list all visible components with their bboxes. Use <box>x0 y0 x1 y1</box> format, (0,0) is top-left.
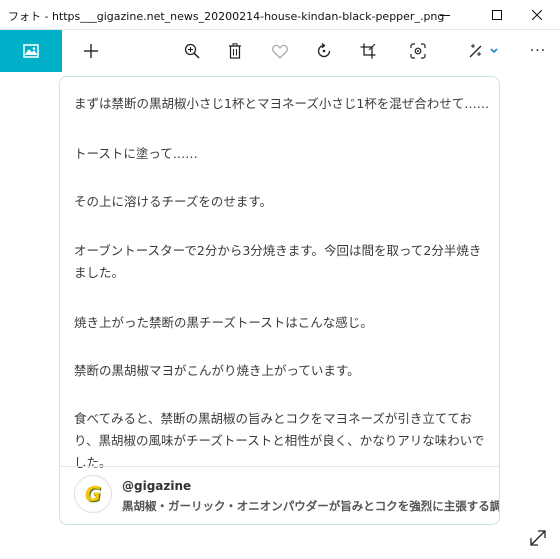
link-embed[interactable]: G @gigazine 黒胡椒・ガーリック・オニオンパウダーが旨みとコクを強烈に… <box>60 467 500 524</box>
close-icon <box>532 10 542 20</box>
enhance-button[interactable] <box>398 30 438 72</box>
content-card: まずは禁断の黒胡椒小さじ1杯とマヨネーズ小さじ1杯を混ぜ合わせて…… トーストに… <box>59 76 500 525</box>
paragraph: トーストに塗って…… <box>74 146 198 161</box>
photo-icon <box>23 44 39 58</box>
full-screen-button[interactable] <box>524 524 552 552</box>
see-all-photos-button[interactable] <box>0 30 62 72</box>
more-icon: ··· <box>529 43 547 59</box>
window-title: フォト - https___gigazine.net_news_20200214… <box>8 10 445 23</box>
zoom-button[interactable] <box>172 30 212 72</box>
delete-button[interactable] <box>215 30 255 72</box>
delete-icon <box>229 43 241 59</box>
paragraph: オーブントースターで2分から3分焼きます。今回は間を取って2分半焼きました。 <box>74 243 482 280</box>
expand-icon <box>530 530 546 546</box>
toolbar: ··· <box>0 30 560 72</box>
add-button[interactable] <box>71 30 111 72</box>
zoom-in-icon <box>184 43 200 59</box>
minimize-button[interactable] <box>422 0 468 30</box>
minimize-icon <box>440 15 450 16</box>
favorite-button[interactable] <box>260 30 300 72</box>
heart-icon <box>272 44 288 59</box>
more-button[interactable]: ··· <box>518 30 558 72</box>
embed-handle: @gigazine <box>122 479 192 493</box>
rotate-icon <box>317 43 331 58</box>
paragraph: 焼き上がった禁断の黒チーズトーストはこんな感じ。 <box>74 315 373 330</box>
gigazine-logo: G <box>74 475 112 513</box>
paragraph: 禁断の黒胡椒マヨがこんがり焼き上がっています。 <box>74 363 360 378</box>
add-icon <box>84 44 98 58</box>
maximize-icon <box>492 10 502 20</box>
enhance-icon <box>410 43 426 59</box>
title-bar: フォト - https___gigazine.net_news_20200214… <box>0 0 560 30</box>
crop-button[interactable] <box>348 30 388 72</box>
edit-icon <box>469 44 498 58</box>
paragraph: その上に溶けるチーズをのせます。 <box>74 194 273 209</box>
embed-title: 黒胡椒・ガーリック・オニオンパウダーが旨みとコクを強烈に主張する調味料「禁断 <box>122 499 500 513</box>
rotate-button[interactable] <box>304 30 344 72</box>
paragraph: まずは禁断の黒胡椒小さじ1杯とマヨネーズ小さじ1杯を混ぜ合わせて…… <box>74 96 490 111</box>
edit-create-button[interactable] <box>462 30 508 72</box>
logo-letter: G <box>84 482 102 506</box>
close-button[interactable] <box>514 0 560 30</box>
crop-icon <box>360 43 376 59</box>
paragraph: 食べてみると、禁断の黒胡椒の旨みとコクをマヨネーズが引き立てており、黒胡椒の風味… <box>74 411 485 470</box>
